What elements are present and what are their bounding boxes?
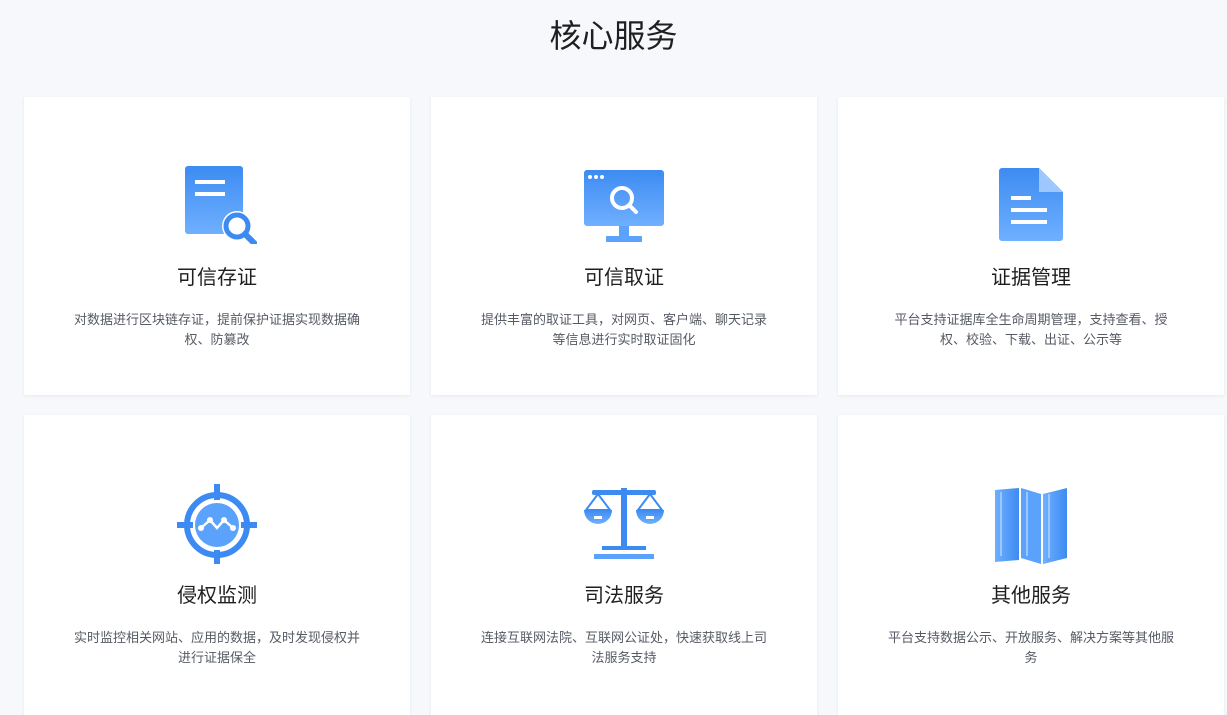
card-description: 平台支持数据公示、开放服务、解决方案等其他服务 xyxy=(888,631,1175,666)
file-icon xyxy=(991,164,1071,244)
target-monitor-icon xyxy=(177,484,257,564)
service-card-evidence-management[interactable]: 证据管理 平台支持证据库全生命周期管理，支持查看、授权、校验、下载、出证、公示等 xyxy=(838,97,1224,395)
map-icon xyxy=(991,484,1071,564)
card-title: 可信存证 xyxy=(177,265,257,289)
scales-icon xyxy=(584,484,664,564)
service-card-judicial-services[interactable]: 司法服务 连接互联网法院、互联网公证处，快速获取线上司法服务支持 xyxy=(431,415,817,715)
card-description: 对数据进行区块链存证，提前保护证据实现数据确权、防篡改 xyxy=(74,313,361,348)
document-search-icon xyxy=(177,164,257,244)
service-card-evidence-collection[interactable]: 可信取证 提供丰富的取证工具，对网页、客户端、聊天记录等信息进行实时取证固化 xyxy=(431,97,817,395)
card-description: 平台支持证据库全生命周期管理，支持查看、授权、校验、下载、出证、公示等 xyxy=(894,313,1168,348)
card-description: 提供丰富的取证工具，对网页、客户端、聊天记录等信息进行实时取证固化 xyxy=(481,313,768,348)
card-title: 其他服务 xyxy=(991,583,1071,607)
services-grid: 可信存证 对数据进行区块链存证，提前保护证据实现数据确权、防篡改 可信取证 提供… xyxy=(0,0,1227,715)
card-description: 实时监控相关网站、应用的数据，及时发现侵权并进行证据保全 xyxy=(74,631,361,666)
service-card-evidence-storage[interactable]: 可信存证 对数据进行区块链存证，提前保护证据实现数据确权、防篡改 xyxy=(24,97,410,395)
card-description: 连接互联网法院、互联网公证处，快速获取线上司法服务支持 xyxy=(481,631,768,666)
monitor-search-icon xyxy=(584,164,664,244)
service-card-infringement-monitoring[interactable]: 侵权监测 实时监控相关网站、应用的数据，及时发现侵权并进行证据保全 xyxy=(24,415,410,715)
card-title: 侵权监测 xyxy=(177,583,257,607)
service-card-other-services[interactable]: 其他服务 平台支持数据公示、开放服务、解决方案等其他服务 xyxy=(838,415,1224,715)
card-title: 司法服务 xyxy=(584,583,664,607)
card-title: 可信取证 xyxy=(584,265,664,289)
card-title: 证据管理 xyxy=(991,265,1071,289)
